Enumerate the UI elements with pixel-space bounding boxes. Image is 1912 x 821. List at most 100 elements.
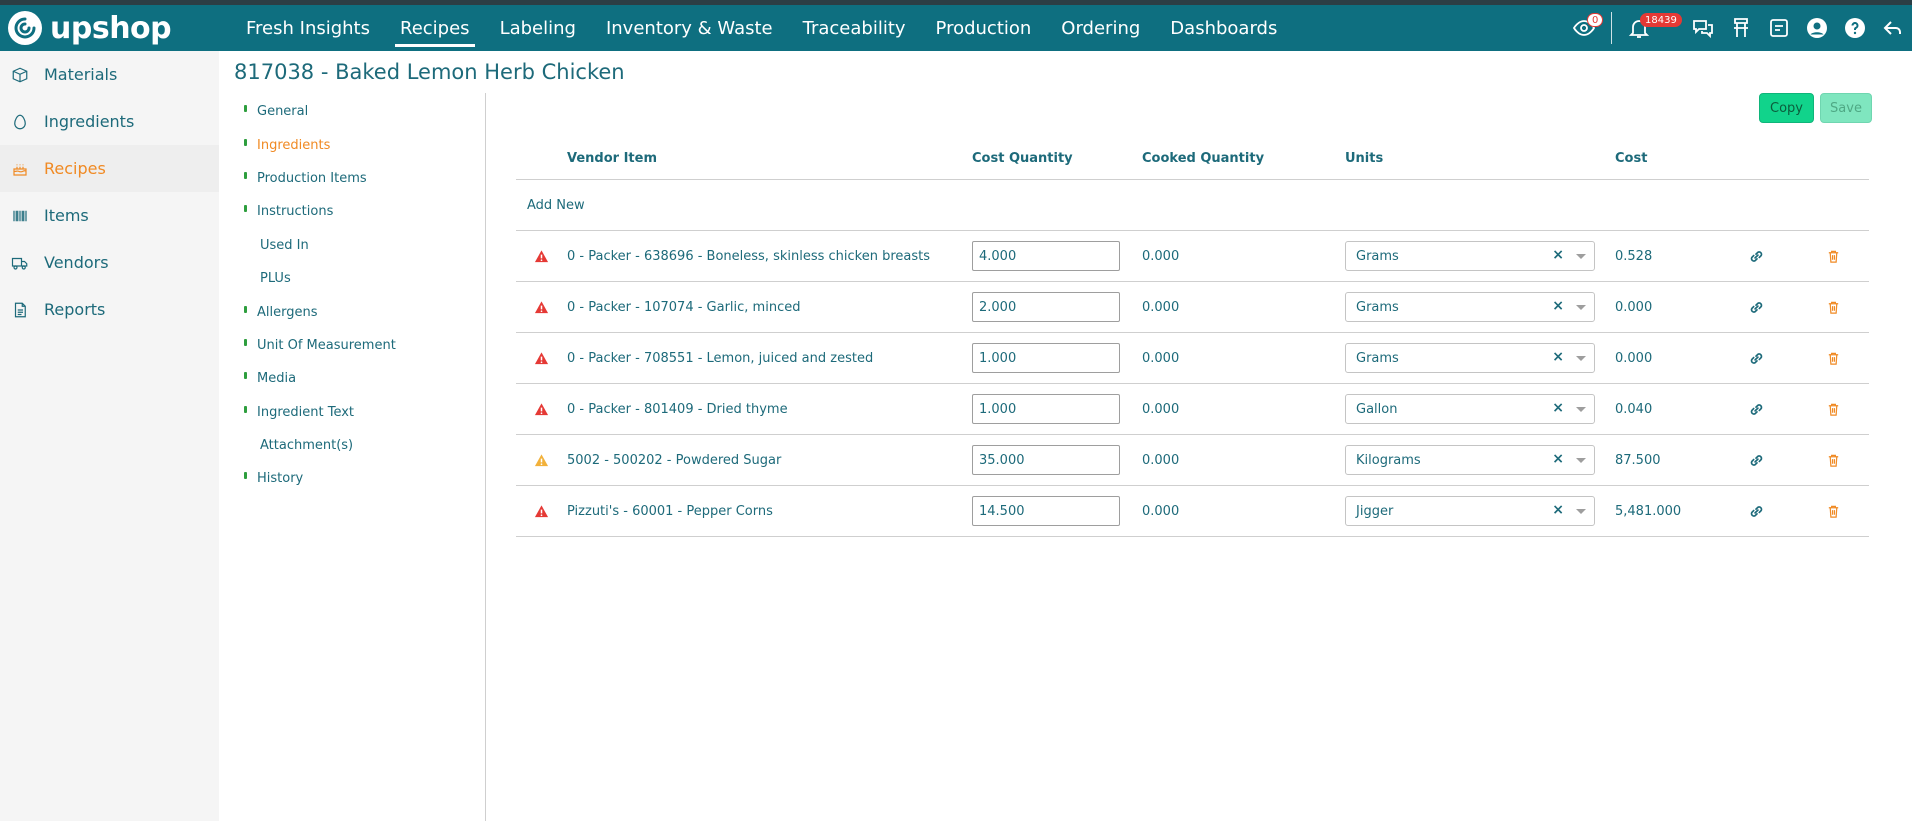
sidebar-item-recipes[interactable]: Recipes: [0, 145, 219, 192]
nav-item-inventory-waste[interactable]: Inventory & Waste: [606, 5, 773, 51]
delete-trash-icon[interactable]: [1797, 300, 1869, 315]
section-tab-general[interactable]: General: [234, 95, 484, 128]
link-icon[interactable]: [1715, 300, 1797, 315]
section-tab-allergens[interactable]: Allergens: [234, 295, 484, 328]
visibility-eye-icon[interactable]: 0: [1567, 11, 1604, 45]
link-icon[interactable]: [1715, 249, 1797, 264]
nav-item-fresh-insights[interactable]: Fresh Insights: [246, 5, 370, 51]
nav-item-ordering[interactable]: Ordering: [1061, 5, 1140, 51]
units-select[interactable]: Grams ×: [1345, 241, 1595, 271]
delete-trash-icon[interactable]: [1797, 453, 1869, 468]
upshop-logo[interactable]: upshop: [8, 10, 172, 46]
completion-marker: [244, 171, 247, 179]
clear-selection-icon[interactable]: ×: [1552, 400, 1564, 416]
user-account-icon[interactable]: [1800, 11, 1834, 45]
units-select[interactable]: Grams ×: [1345, 343, 1595, 373]
link-icon[interactable]: [1715, 351, 1797, 366]
copy-button[interactable]: Copy: [1759, 93, 1814, 123]
sidebar-item-reports[interactable]: Reports: [0, 286, 219, 333]
section-tab-ingredients[interactable]: Ingredients: [234, 128, 484, 161]
cost-cell: 87.500: [1615, 452, 1661, 468]
cost-cell: 0.040: [1615, 401, 1653, 417]
barcode-icon: [10, 206, 30, 226]
completion-marker: [244, 305, 247, 313]
nav-item-recipes[interactable]: Recipes: [395, 5, 475, 51]
cost-quantity-input[interactable]: [972, 445, 1120, 475]
cost-quantity-input[interactable]: [972, 394, 1120, 424]
cost-quantity-input[interactable]: [972, 343, 1120, 373]
section-tab-used-in[interactable]: Used In: [234, 229, 484, 262]
units-select-value: Gallon: [1356, 401, 1398, 417]
dropdown-caret-icon[interactable]: [1576, 254, 1586, 259]
add-new-link[interactable]: Add New: [516, 180, 1869, 231]
section-tab-production-items[interactable]: Production Items: [234, 162, 484, 195]
dropdown-caret-icon[interactable]: [1576, 407, 1586, 412]
clear-selection-icon[interactable]: ×: [1552, 247, 1564, 263]
cooked-quantity-header[interactable]: Cooked Quantity: [1142, 151, 1345, 166]
units-select-value: Grams: [1356, 248, 1399, 264]
units-select[interactable]: Grams ×: [1345, 292, 1595, 322]
units-select[interactable]: Kilograms ×: [1345, 445, 1595, 475]
truck-icon: [10, 253, 30, 273]
clear-selection-icon[interactable]: ×: [1552, 349, 1564, 365]
nav-item-dashboards[interactable]: Dashboards: [1170, 5, 1277, 51]
error-icon: [516, 300, 567, 315]
sidebar-item-label: Reports: [44, 300, 106, 319]
section-tab-history[interactable]: History: [234, 462, 484, 495]
save-button[interactable]: Save: [1820, 93, 1872, 123]
link-icon[interactable]: [1715, 504, 1797, 519]
cost-quantity-input[interactable]: [972, 496, 1120, 526]
recipe-section-nav: General Ingredients Production Items Instru…: [234, 95, 484, 496]
completion-marker: [244, 338, 247, 346]
cost-quantity-header[interactable]: Cost Quantity: [972, 151, 1142, 166]
notifications-bell-icon[interactable]: 18439: [1622, 11, 1682, 45]
report-icon: [10, 300, 30, 320]
units-select[interactable]: Gallon ×: [1345, 394, 1595, 424]
dropdown-caret-icon[interactable]: [1576, 509, 1586, 514]
link-icon[interactable]: [1715, 402, 1797, 417]
delete-trash-icon[interactable]: [1797, 351, 1869, 366]
clear-selection-icon[interactable]: ×: [1552, 502, 1564, 518]
section-tab-unit-of-measurement[interactable]: Unit Of Measurement: [234, 329, 484, 362]
sidebar-item-materials[interactable]: Materials: [0, 51, 219, 98]
clear-selection-icon[interactable]: ×: [1552, 298, 1564, 314]
section-tab-media[interactable]: Media: [234, 362, 484, 395]
dropdown-caret-icon[interactable]: [1576, 458, 1586, 463]
sidebar-item-vendors[interactable]: Vendors: [0, 239, 219, 286]
chat-icon[interactable]: [1686, 11, 1720, 45]
nav-item-production[interactable]: Production: [936, 5, 1032, 51]
delete-trash-icon[interactable]: [1797, 402, 1869, 417]
logout-back-icon[interactable]: [1876, 11, 1910, 45]
sidebar-item-ingredients[interactable]: Ingredients: [0, 98, 219, 145]
cooked-quantity-cell: 0.000: [1142, 350, 1180, 366]
help-icon[interactable]: [1838, 11, 1872, 45]
dropdown-caret-icon[interactable]: [1576, 356, 1586, 361]
nav-item-traceability[interactable]: Traceability: [803, 5, 906, 51]
section-tab-ingredient-text[interactable]: Ingredient Text: [234, 396, 484, 429]
section-tab-label: Production Items: [257, 170, 367, 186]
box-icon: [10, 65, 30, 85]
delete-trash-icon[interactable]: [1797, 504, 1869, 519]
cost-header[interactable]: Cost: [1615, 151, 1715, 166]
delete-trash-icon[interactable]: [1797, 249, 1869, 264]
cost-quantity-input[interactable]: [972, 292, 1120, 322]
grid-header: Vendor Item Cost Quantity Cooked Quantit…: [516, 137, 1869, 180]
table-row: 5002 - 500202 - Powdered Sugar 0.000 Kilog…: [516, 435, 1869, 486]
units-cell: Kilograms ×: [1345, 445, 1615, 475]
section-tab-label: Allergens: [257, 304, 318, 320]
vendor-item-header[interactable]: Vendor Item: [567, 151, 972, 166]
completion-marker: [244, 372, 247, 380]
link-icon[interactable]: [1715, 453, 1797, 468]
sidebar-item-items[interactable]: Items: [0, 192, 219, 239]
section-tab-attachment-s-[interactable]: Attachment(s): [234, 429, 484, 462]
nav-item-labeling[interactable]: Labeling: [500, 5, 576, 51]
food-station-icon[interactable]: [1724, 11, 1758, 45]
units-header[interactable]: Units: [1345, 151, 1615, 166]
calendar-app-icon[interactable]: [1762, 11, 1796, 45]
section-tab-plus[interactable]: PLUs: [234, 262, 484, 295]
section-tab-instructions[interactable]: Instructions: [234, 195, 484, 228]
cost-quantity-input[interactable]: [972, 241, 1120, 271]
units-select[interactable]: Jigger ×: [1345, 496, 1595, 526]
clear-selection-icon[interactable]: ×: [1552, 451, 1564, 467]
dropdown-caret-icon[interactable]: [1576, 305, 1586, 310]
